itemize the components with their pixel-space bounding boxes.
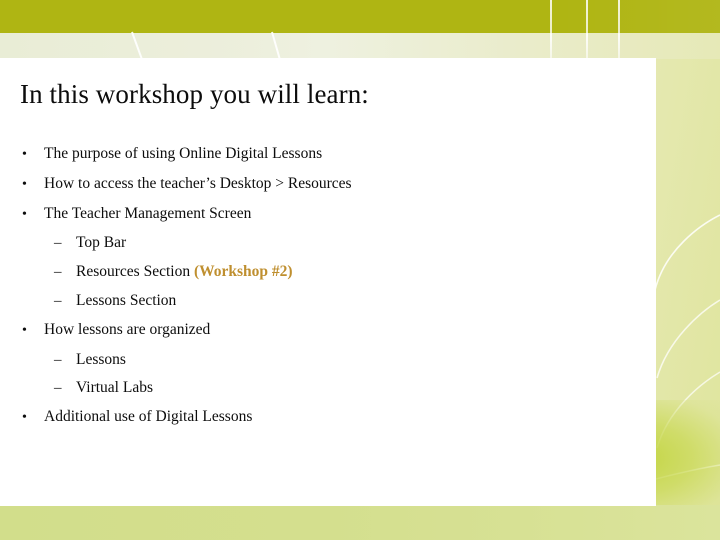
band-streak-2 xyxy=(271,31,282,62)
bullet-item: • How lessons are organized xyxy=(14,316,634,346)
dash-marker-icon: – xyxy=(54,292,62,309)
top-accent-band xyxy=(0,0,720,33)
bullet-text: How lessons are organized xyxy=(44,320,211,338)
bullet-item: – Lessons xyxy=(14,346,634,375)
bullet-marker-icon: • xyxy=(22,176,27,192)
bullet-item: • The Teacher Management Screen xyxy=(14,200,634,230)
bullet-item: • Additional use of Digital Lessons xyxy=(14,403,634,433)
dash-marker-icon: – xyxy=(54,264,62,281)
band-divider-2 xyxy=(586,0,588,59)
bullet-item: • How to access the teacher’s Desktop > R… xyxy=(14,170,634,200)
bullet-text: The purpose of using Online Digital Less… xyxy=(44,145,323,162)
bullet-text: Additional use of Digital Lessons xyxy=(44,408,253,426)
bullet-text: Lessons Section xyxy=(76,291,177,309)
dash-marker-icon: – xyxy=(54,380,62,397)
bullet-text: How to access the teacher’s Desktop > Re… xyxy=(44,174,352,192)
dash-marker-icon: – xyxy=(54,351,62,368)
bullet-item: – Resources Section (Workshop #2) xyxy=(14,258,634,287)
bullet-text: The Teacher Management Screen xyxy=(44,204,252,222)
pale-accent-band xyxy=(0,33,720,59)
dash-marker-icon: – xyxy=(54,235,62,252)
bullet-item: – Top Bar xyxy=(14,229,634,258)
presentation-slide: In this workshop you will learn: • The pu… xyxy=(0,0,720,540)
bullet-text: Top Bar xyxy=(76,234,127,252)
bullet-marker-icon: • xyxy=(22,322,27,338)
band-streak-1 xyxy=(131,31,144,61)
slide-content-card: In this workshop you will learn: • The pu… xyxy=(0,58,656,506)
bullet-list: • The purpose of using Online Digital Les… xyxy=(14,140,634,433)
bottom-accent-band xyxy=(0,505,720,540)
bullet-text: Lessons xyxy=(76,350,126,368)
bullet-accent-text: (Workshop #2) xyxy=(193,263,293,281)
bullet-marker-icon: • xyxy=(22,206,27,222)
slide-title: In this workshop you will learn: xyxy=(20,79,369,109)
bullet-item: – Virtual Labs xyxy=(14,374,634,403)
bullet-item: • The purpose of using Online Digital Les… xyxy=(14,140,634,170)
band-divider-1 xyxy=(550,0,552,59)
top-band-shade xyxy=(0,0,720,33)
bullet-marker-icon: • xyxy=(22,410,27,426)
bullet-item: – Lessons Section xyxy=(14,287,634,316)
band-divider-3 xyxy=(618,0,620,59)
bullet-text: Virtual Labs xyxy=(76,379,153,397)
bullet-text: Resources Section xyxy=(76,263,194,281)
bullet-marker-icon: • xyxy=(22,147,27,162)
